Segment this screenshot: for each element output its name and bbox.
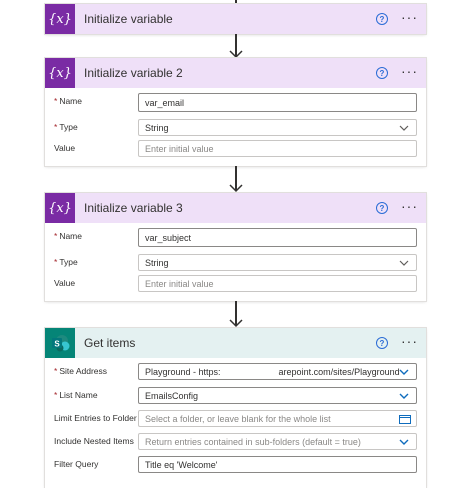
svg-text:S: S	[54, 340, 60, 349]
value-input[interactable]: Enter initial value	[138, 140, 417, 157]
include-nested-dropdown[interactable]: Return entries contained in sub-folders …	[138, 433, 417, 450]
field-label-limit-entries: Limit Entries to Folder	[54, 413, 137, 423]
field-label-type: * Type	[54, 257, 78, 267]
action-card-get-items[interactable]: S Get items ? ··· * Site Address Playgrou…	[45, 328, 426, 488]
field-label-type: * Type	[54, 122, 78, 132]
more-options-icon[interactable]: ···	[401, 64, 418, 78]
name-input[interactable]: var_email	[138, 93, 417, 112]
chevron-down-icon	[399, 369, 409, 375]
card-title: Initialize variable	[84, 12, 173, 26]
type-dropdown[interactable]: String	[138, 119, 417, 136]
connector-arrow	[224, 301, 248, 329]
name-input[interactable]: var_subject	[138, 228, 417, 247]
more-options-icon[interactable]: ···	[401, 10, 418, 24]
help-icon[interactable]: ?	[376, 337, 388, 349]
card-header[interactable]: S Get items ? ···	[45, 328, 426, 358]
more-options-icon[interactable]: ···	[401, 334, 418, 348]
variable-icon: {x}	[45, 193, 75, 223]
connector-arrow	[224, 166, 248, 194]
field-label-name: * Name	[54, 231, 82, 241]
help-icon[interactable]: ?	[376, 202, 388, 214]
field-label-include-nested: Include Nested Items	[54, 436, 134, 446]
card-header[interactable]: {x} Initialize variable 3 ? ···	[45, 193, 426, 223]
list-name-dropdown[interactable]: EmailsConfig	[138, 387, 417, 404]
field-label-list-name: * List Name	[54, 390, 98, 400]
card-title: Get items	[84, 336, 136, 350]
action-card-initialize-variable-2[interactable]: {x} Initialize variable 2 ? ··· * Name va…	[45, 58, 426, 166]
chevron-down-icon	[399, 260, 409, 266]
type-dropdown[interactable]: String	[138, 254, 417, 271]
field-label-value: Value	[54, 278, 76, 288]
card-header[interactable]: {x} Initialize variable ? ···	[45, 4, 426, 34]
chevron-down-icon	[399, 439, 409, 445]
more-options-icon[interactable]: ···	[401, 199, 418, 213]
folder-input[interactable]: Select a folder, or leave blank for the …	[138, 410, 417, 427]
folder-icon[interactable]	[399, 414, 411, 424]
field-label-value: Value	[54, 143, 76, 153]
action-card-initialize-variable[interactable]: {x} Initialize variable ? ···	[45, 4, 426, 34]
site-address-dropdown[interactable]: Playground - https: arepoint.com/sites/Pl…	[138, 363, 417, 380]
card-header[interactable]: {x} Initialize variable 2 ? ···	[45, 58, 426, 88]
connector-arrow	[224, 34, 248, 60]
field-label-name: * Name	[54, 96, 82, 106]
value-input[interactable]: Enter initial value	[138, 275, 417, 292]
help-icon[interactable]: ?	[376, 13, 388, 25]
field-label-site-address: * Site Address	[54, 366, 108, 376]
card-title: Initialize variable 3	[84, 201, 183, 215]
card-title: Initialize variable 2	[84, 66, 183, 80]
help-icon[interactable]: ?	[376, 67, 388, 79]
action-card-initialize-variable-3[interactable]: {x} Initialize variable 3 ? ··· * Name va…	[45, 193, 426, 301]
filter-query-input[interactable]: Title eq 'Welcome'	[138, 456, 417, 473]
chevron-down-icon	[399, 393, 409, 399]
sharepoint-icon: S	[45, 328, 75, 358]
field-label-filter-query: Filter Query	[54, 459, 99, 469]
variable-icon: {x}	[45, 4, 75, 34]
variable-icon: {x}	[45, 58, 75, 88]
chevron-down-icon	[399, 125, 409, 131]
